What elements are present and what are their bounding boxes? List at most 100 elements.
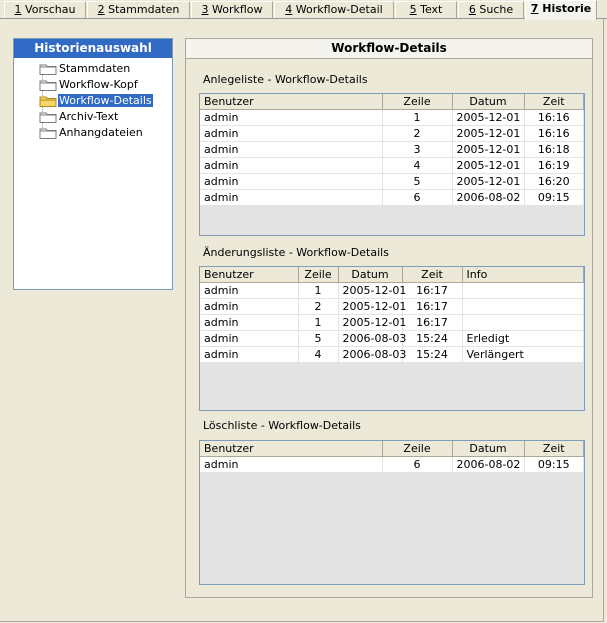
history-selection-tree: Historienauswahl Stammdaten Workflow-Kop… [13,38,173,290]
column-header[interactable]: Benutzer [200,441,383,457]
table-row[interactable]: admin 2 2005-12-01 16:16 [200,125,584,142]
tree-title: Historienauswahl [14,39,172,58]
tab-key: 2 [97,3,105,16]
table-row[interactable]: admin 2 2005-12-01 16:17 [200,298,584,315]
aenderungsliste-grid[interactable]: Benutzer Zeile Datum Zeit Info admin 1 200… [199,266,585,411]
table-cell: 2005-12-01 [452,173,525,190]
table-cell: 5 [298,330,339,347]
panel-title: Workflow-Details [186,39,592,59]
table-row[interactable]: admin 4 2006-08-03 15:24 Verlängert [200,346,584,363]
column-header[interactable]: Datum [452,94,525,110]
tab-workflow-detail[interactable]: 4 Workflow-Detail [274,1,394,18]
tab-vorschau[interactable]: 1 Vorschau [4,1,86,18]
tree-item-stammdaten[interactable]: Stammdaten [14,61,172,77]
table-row[interactable]: admin 6 2006-08-02 09:15 [200,189,584,206]
table-cell: 4 [298,346,339,363]
column-header[interactable]: Zeile [298,267,339,283]
table-cell: admin [200,330,299,347]
table-row[interactable]: admin 5 2005-12-01 16:20 [200,173,584,190]
table-cell: 2005-12-01 [338,298,406,315]
tab-label: Text [416,3,443,16]
table-cell: 2005-12-01 [338,314,406,331]
anlegeliste-label: Anlegeliste - Workflow-Details [203,73,368,86]
table-cell: 2006-08-03 [338,330,406,347]
table-row[interactable]: admin 1 2005-12-01 16:16 [200,109,584,126]
table-cell: admin [200,141,383,158]
table-cell: admin [200,189,383,206]
tab-key: 1 [14,3,22,16]
table-cell: 1 [298,314,339,331]
tab-workflow[interactable]: 3 Workflow [191,1,273,18]
tab-text[interactable]: 5 Text [395,1,457,18]
anlegeliste-grid[interactable]: Benutzer Zeile Datum Zeit admin 1 2005-12-… [199,93,585,236]
column-header[interactable]: Datum [452,441,525,457]
column-header[interactable]: Benutzer [200,267,299,283]
table-cell: admin [200,157,383,174]
aenderungsliste-label: Änderungsliste - Workflow-Details [203,246,389,259]
table-cell: 15:24 [402,346,463,363]
tab-suche[interactable]: 6 Suche [458,1,524,18]
table-cell: 16:20 [524,173,584,190]
tab-label: Workflow [208,3,263,16]
table-cell: admin [200,456,383,473]
table-cell: 2 [298,298,339,315]
table-cell: 2005-12-01 [452,141,525,158]
table-cell: 16:19 [524,157,584,174]
table-cell: Erledigt [462,330,584,347]
tab-label: Workflow-Detail [292,3,383,16]
table-row[interactable]: admin 6 2006-08-02 09:15 [200,456,584,473]
table-cell: 6 [382,189,453,206]
tree-items: Stammdaten Workflow-Kopf Workflow-Detail… [14,58,172,141]
column-header[interactable]: Zeit [524,94,584,110]
table-cell: 2006-08-02 [452,189,525,206]
table-cell: 09:15 [524,456,584,473]
table-cell: 2 [382,125,453,142]
table-cell: 2005-12-01 [452,125,525,142]
tree-item-anhangdateien[interactable]: Anhangdateien [14,125,172,141]
table-row[interactable]: admin 3 2005-12-01 16:18 [200,141,584,158]
table-cell: 2005-12-01 [452,109,525,126]
table-cell: 4 [382,157,453,174]
column-header[interactable]: Datum [338,267,403,283]
table-cell: 6 [382,456,453,473]
table-cell: admin [200,298,299,315]
folder-icon [39,80,57,91]
tab-label: Stammdaten [104,3,180,16]
tab-key: 6 [468,3,476,16]
tree-item-label: Workflow-Kopf [59,78,138,91]
table-cell: 3 [382,141,453,158]
table-cell: admin [200,314,299,331]
table-row[interactable]: admin 1 2005-12-01 16:17 [200,282,584,299]
table-cell: 16:16 [524,125,584,142]
table-cell: admin [200,346,299,363]
table-row[interactable]: admin 1 2005-12-01 16:17 [200,314,584,331]
table-row[interactable]: admin 4 2005-12-01 16:19 [200,157,584,174]
folder-icon [39,64,57,75]
table-cell: 2005-12-01 [338,282,406,299]
loeschliste-label: Löschliste - Workflow-Details [203,419,361,432]
column-header[interactable]: Benutzer [200,94,383,110]
workflow-details-panel: Workflow-Details Anlegeliste - Workflow-… [185,38,593,598]
table-cell: 16:17 [402,298,463,315]
tree-item-archiv-text[interactable]: Archiv-Text [14,109,172,125]
column-header[interactable]: Zeit [524,441,584,457]
table-row[interactable]: admin 5 2006-08-03 15:24 Erledigt [200,330,584,347]
tree-item-workflow-kopf[interactable]: Workflow-Kopf [14,77,172,93]
column-header[interactable]: Zeile [382,94,453,110]
table-cell [462,314,584,331]
column-header[interactable]: Zeit [402,267,463,283]
table-cell [462,282,584,299]
tree-item-workflow-details[interactable]: Workflow-Details [14,93,172,109]
tree-item-label: Anhangdateien [59,126,143,139]
table-cell: 15:24 [402,330,463,347]
table-cell: admin [200,282,299,299]
tab-stammdaten[interactable]: 2 Stammdaten [87,1,190,18]
table-cell: admin [200,125,383,142]
table-cell: 2006-08-03 [338,346,406,363]
loeschliste-grid[interactable]: Benutzer Zeile Datum Zeit admin 6 2006-08-… [199,440,585,585]
column-header[interactable]: Info [462,267,584,283]
table-cell: 2006-08-02 [452,456,525,473]
tab-historie[interactable]: 7 Historie [525,0,597,20]
tree-item-label: Archiv-Text [59,110,119,123]
column-header[interactable]: Zeile [382,441,453,457]
